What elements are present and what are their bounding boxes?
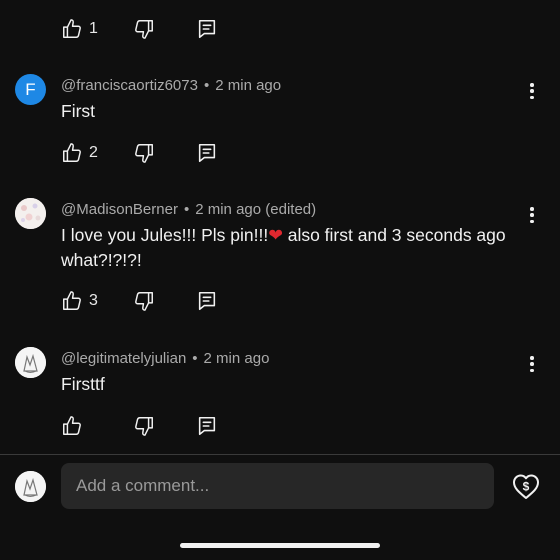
avatar-image [15, 347, 46, 378]
comment-text-part: I love you Jules!!! Pls pin!!! [61, 225, 269, 245]
meta-separator: • [192, 350, 198, 367]
thumb-up-icon [63, 19, 81, 38]
like-button[interactable]: 3 [61, 289, 133, 313]
like-count: 2 [89, 144, 98, 161]
comment-text: I love you Jules!!! Pls pin!!!❤ also fir… [61, 223, 521, 273]
dislike-button[interactable] [133, 289, 196, 313]
comment-text: First [61, 101, 96, 121]
comment-time: 2 min ago [215, 77, 282, 94]
dislike-button[interactable] [133, 414, 196, 438]
avatar[interactable] [15, 347, 46, 378]
super-thanks-button[interactable]: $ [510, 470, 542, 502]
comment-username[interactable]: @legitimatelyjulian [61, 350, 186, 367]
comment-username[interactable]: @franciscaortiz6073 [61, 77, 198, 94]
avatar-letter: F [25, 79, 36, 99]
more-vert-icon[interactable] [528, 81, 536, 101]
reply-button[interactable] [196, 414, 220, 438]
comment-meta: @franciscaortiz6073 • 2 min ago [61, 77, 281, 94]
add-comment-input[interactable]: Add a comment... [61, 463, 494, 509]
reply-button[interactable] [196, 17, 220, 41]
like-count: 1 [89, 20, 98, 37]
comment-username[interactable]: @MadisonBerner [61, 201, 178, 218]
avatar[interactable] [15, 198, 46, 229]
more-vert-icon[interactable] [528, 354, 536, 374]
comment-text: Firsttf [61, 374, 105, 394]
comment-meta: @legitimatelyjulian • 2 min ago [61, 350, 269, 367]
comment-meta: @MadisonBerner • 2 min ago (edited) [61, 201, 316, 218]
home-indicator[interactable] [180, 543, 380, 548]
thumb-down-icon [135, 417, 153, 436]
comment-time: 2 min ago [203, 350, 270, 367]
reply-icon [198, 19, 216, 39]
thumb-up-icon [63, 291, 81, 310]
comment-actions [61, 414, 220, 438]
thumb-down-icon [135, 292, 153, 311]
super-thanks-icon: $ [513, 474, 539, 499]
dislike-button[interactable] [133, 141, 196, 165]
comment-actions: 2 [61, 141, 220, 165]
dislike-button[interactable] [133, 17, 196, 41]
like-count: 3 [89, 292, 98, 309]
thumb-down-icon [135, 20, 153, 39]
meta-separator: • [183, 201, 190, 218]
svg-text:$: $ [523, 480, 530, 494]
reply-icon [198, 291, 216, 311]
comment-actions: 1 [61, 17, 220, 41]
heart-emoji: ❤ [268, 225, 283, 245]
thumb-up-icon [63, 416, 81, 435]
avatar-image [15, 198, 46, 229]
avatar [15, 471, 46, 502]
reply-button[interactable] [196, 289, 220, 313]
reply-icon [198, 143, 216, 163]
comment-time: 2 min ago [195, 201, 262, 218]
more-vert-icon[interactable] [528, 205, 536, 225]
reply-icon [198, 416, 216, 436]
thumb-down-icon [135, 144, 153, 163]
avatar-image [15, 471, 46, 502]
comment-actions: 3 [61, 289, 220, 313]
meta-separator: • [203, 77, 210, 94]
avatar[interactable]: F [15, 74, 46, 105]
reply-button[interactable] [196, 141, 220, 165]
like-button[interactable]: 1 [61, 17, 133, 41]
like-button[interactable]: 2 [61, 141, 133, 165]
like-button[interactable] [61, 414, 133, 438]
edited-label: (edited) [265, 201, 317, 218]
thumb-up-icon [63, 143, 81, 162]
